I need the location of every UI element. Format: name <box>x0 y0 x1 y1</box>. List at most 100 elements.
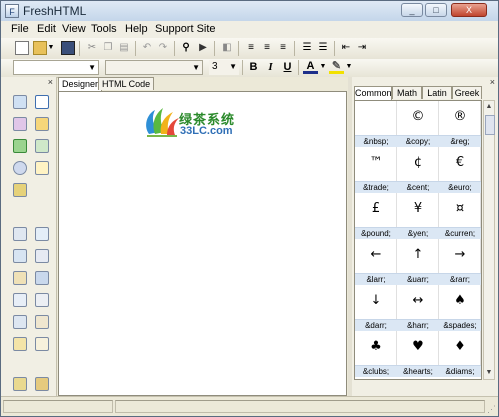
tab-html-code[interactable]: HTML Code <box>98 77 155 90</box>
tab-common[interactable]: Common <box>354 86 392 100</box>
align-center-icon[interactable]: ≡ <box>260 41 274 55</box>
open-folder-icon[interactable] <box>33 41 47 55</box>
highlight-dropdown-icon[interactable]: ▼ <box>345 60 353 74</box>
font-family-select[interactable]: ▼ <box>105 60 203 75</box>
bold-icon[interactable]: B <box>246 60 261 75</box>
chevron-down-icon: ▼ <box>192 63 200 72</box>
insert-image-icon[interactable] <box>13 95 27 109</box>
tab-math[interactable]: Math <box>392 86 422 99</box>
tab-greek[interactable]: Greek <box>452 86 482 99</box>
layers-icon[interactable]: ◧ <box>220 41 234 55</box>
image-button-icon[interactable] <box>13 271 27 285</box>
label-icon[interactable] <box>35 337 49 351</box>
unordered-list-icon[interactable]: ☰ <box>316 41 330 55</box>
char-symbol: → <box>454 247 466 262</box>
select-list-icon[interactable] <box>13 315 27 329</box>
char-cell[interactable]: ¥ &yen; <box>397 193 439 239</box>
char-cell[interactable]: ¤ &curren; <box>439 193 481 239</box>
indent-icon[interactable]: ⇥ <box>355 41 369 55</box>
char-symbol: ® <box>453 109 467 124</box>
cut-icon[interactable]: ✂ <box>85 41 99 55</box>
paragraph-style-select[interactable]: ▼ <box>13 60 99 75</box>
insert-table-icon[interactable] <box>35 95 49 109</box>
open-dropdown-icon[interactable]: ▼ <box>47 41 55 55</box>
properties-icon[interactable] <box>13 377 27 391</box>
panel-close-icon[interactable]: × <box>490 77 495 87</box>
close-icon[interactable]: X <box>451 3 487 17</box>
insert-calendar-icon[interactable] <box>35 117 49 131</box>
hidden-field-icon[interactable] <box>35 271 49 285</box>
insert-comment-icon[interactable] <box>35 161 49 175</box>
char-cell[interactable]: ← &larr; <box>355 239 397 285</box>
align-left-icon[interactable]: ≡ <box>244 41 258 55</box>
char-cell[interactable]: → &rarr; <box>439 239 481 285</box>
menu-view[interactable]: View <box>62 23 86 35</box>
char-entity: &reg; <box>439 135 481 147</box>
char-cell[interactable]: ♠ &spades; <box>439 285 481 331</box>
listbox-icon[interactable] <box>35 315 49 329</box>
font-size-select[interactable]: 3 ▼ <box>209 60 239 75</box>
insert-flash-icon[interactable] <box>13 139 27 153</box>
align-right-icon[interactable]: ≡ <box>276 41 290 55</box>
new-file-icon[interactable] <box>15 41 29 55</box>
menu-edit[interactable]: Edit <box>37 23 56 35</box>
insert-line-icon[interactable] <box>13 117 27 131</box>
char-cell[interactable]: ♥ &hearts; <box>397 331 439 377</box>
minimize-icon[interactable]: _ <box>401 3 423 17</box>
text-field-icon[interactable] <box>35 227 49 241</box>
checkbox-icon[interactable] <box>13 293 27 307</box>
undo-icon[interactable]: ↶ <box>140 41 154 55</box>
char-scrollbar[interactable]: ▲ ▼ <box>483 100 495 380</box>
paste-icon[interactable]: ▤ <box>117 41 131 55</box>
form-icon[interactable] <box>13 227 27 241</box>
style-icon[interactable] <box>35 377 49 391</box>
ordered-list-icon[interactable]: ☰ <box>300 41 314 55</box>
editor-tabs: Designer HTML Code <box>58 77 348 91</box>
button-icon[interactable] <box>35 249 49 263</box>
find-binoculars-icon[interactable]: ⚲ <box>179 41 193 55</box>
tab-designer[interactable]: Designer <box>58 77 103 91</box>
char-cell[interactable]: ↓ &darr; <box>355 285 397 331</box>
underline-icon[interactable]: U <box>280 60 295 75</box>
font-color-dropdown-icon[interactable]: ▼ <box>319 60 327 74</box>
textarea-icon[interactable] <box>13 249 27 263</box>
tab-latin[interactable]: Latin <box>422 86 452 99</box>
resize-grip-icon[interactable]: ⋰ <box>487 404 496 415</box>
char-symbol: ↔ <box>412 293 424 308</box>
copy-icon[interactable]: ❐ <box>101 41 115 55</box>
menu-help[interactable]: Help <box>125 23 148 35</box>
fieldset-icon[interactable] <box>13 337 27 351</box>
menu-file[interactable]: File <box>11 23 29 35</box>
scroll-thumb[interactable] <box>485 115 495 135</box>
char-cell[interactable]: ↑ &uarr; <box>397 239 439 285</box>
char-cell[interactable]: ♦ &diams; <box>439 331 481 377</box>
menu-support-site[interactable]: Support Site <box>155 23 216 35</box>
replace-icon[interactable]: ▶ <box>196 41 210 55</box>
font-color-icon[interactable]: A <box>303 60 318 74</box>
char-cell[interactable]: ® &reg; <box>439 101 481 147</box>
insert-media-icon[interactable] <box>35 139 49 153</box>
app-logo-icon: F <box>5 4 19 18</box>
maximize-icon[interactable]: □ <box>425 3 447 17</box>
radio-icon[interactable] <box>35 293 49 307</box>
scroll-down-icon[interactable]: ▼ <box>484 367 494 379</box>
scroll-up-icon[interactable]: ▲ <box>484 101 494 113</box>
char-cell[interactable]: ↔ &harr; <box>397 285 439 331</box>
outdent-icon[interactable]: ⇤ <box>339 41 353 55</box>
char-cell[interactable]: £ &pound; <box>355 193 397 239</box>
insert-script-icon[interactable] <box>13 183 27 197</box>
save-icon[interactable] <box>61 41 75 55</box>
char-cell[interactable]: ♣ &clubs; <box>355 331 397 377</box>
char-cell[interactable]: € &euro; <box>439 147 481 193</box>
highlight-icon[interactable]: ✎ <box>329 60 344 74</box>
char-cell[interactable]: ¢ &cent; <box>397 147 439 193</box>
char-cell[interactable]: © &copy; <box>397 101 439 147</box>
char-entity: &pound; <box>355 227 397 239</box>
redo-icon[interactable]: ↷ <box>156 41 170 55</box>
insert-anchor-icon[interactable] <box>13 161 27 175</box>
char-cell[interactable]: ™ &trade; <box>355 147 397 193</box>
menu-tools[interactable]: Tools <box>91 23 117 35</box>
italic-icon[interactable]: I <box>263 60 278 75</box>
char-cell[interactable]: &nbsp; <box>355 101 397 147</box>
panel-close-icon[interactable]: × <box>48 77 53 87</box>
